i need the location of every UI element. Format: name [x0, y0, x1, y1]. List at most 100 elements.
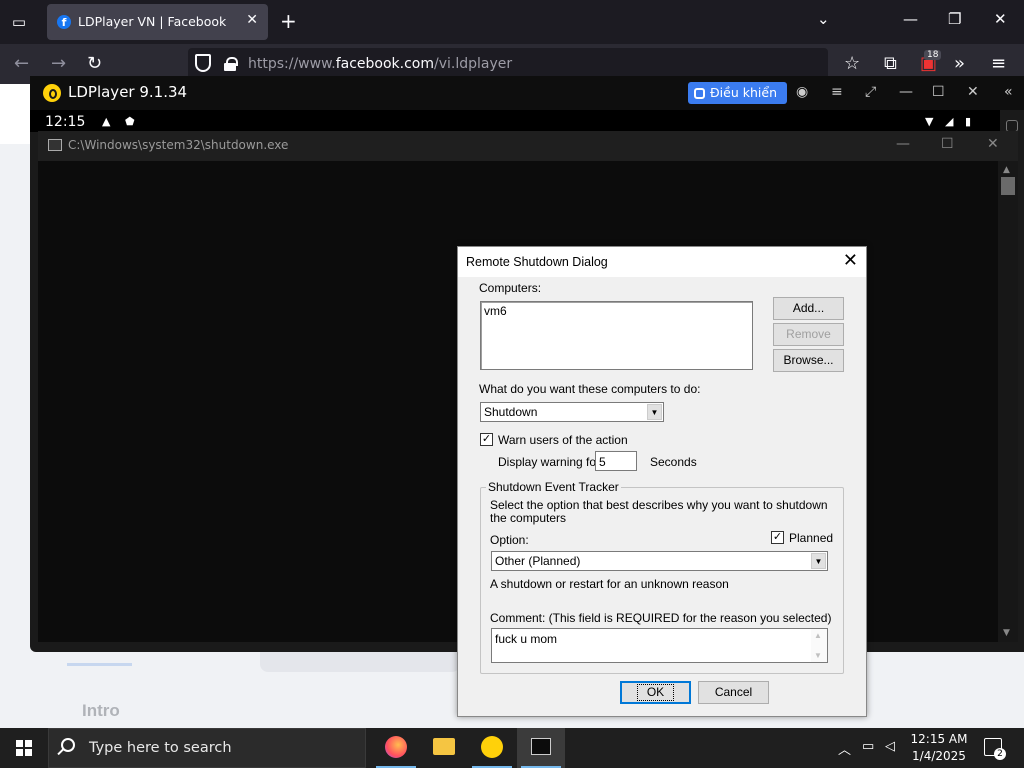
- scroll-down-icon[interactable]: ▼: [1003, 628, 1010, 638]
- scroll-thumb[interactable]: [1001, 177, 1015, 195]
- control-button-label: Điều khiển: [710, 85, 777, 100]
- computer-item[interactable]: vm6: [484, 304, 749, 318]
- scroll-up-icon[interactable]: ▲: [1003, 165, 1010, 175]
- new-tab-icon[interactable]: +: [280, 9, 297, 33]
- cmd-minimize-icon[interactable]: —: [896, 136, 910, 152]
- cmd-maximize-icon[interactable]: ☐: [941, 136, 954, 152]
- firefox-taskbar-icon[interactable]: [372, 728, 420, 768]
- url-text[interactable]: https://www.facebook.com/vi.ldplayer: [248, 56, 512, 72]
- menu-icon[interactable]: ≡: [991, 53, 1006, 74]
- ok-button-label: OK: [636, 684, 675, 701]
- console-icon: [531, 738, 551, 755]
- browser-tab[interactable]: f LDPlayer VN | Facebook ✕: [47, 4, 268, 40]
- dialog-close-icon[interactable]: ✕: [843, 250, 858, 271]
- firefox-icon: [385, 736, 407, 758]
- console-icon: [48, 139, 62, 151]
- option-label: Option:: [490, 533, 529, 547]
- cmd-close-icon[interactable]: ✕: [987, 136, 999, 152]
- notification-icon[interactable]: 2: [984, 738, 1006, 760]
- ldplayer-taskbar-icon[interactable]: [468, 728, 516, 768]
- cmd-titlebar: C:\Windows\system32\shutdown.exe — ☐ ✕: [38, 131, 1018, 161]
- scroll-down-icon[interactable]: ▼: [814, 651, 822, 660]
- cmd-taskbar-icon[interactable]: [517, 728, 565, 768]
- browse-button[interactable]: Browse...: [773, 349, 844, 372]
- extension-badge: 18: [924, 50, 942, 60]
- android-status-bar: 12:15 ▲ ⬟ ▼ ◢ ▮: [30, 110, 1000, 132]
- ldplayer-icon: [481, 736, 503, 758]
- network-icon[interactable]: ▭: [862, 739, 874, 754]
- overflow-icon[interactable]: »: [954, 53, 965, 74]
- minimize-icon[interactable]: —: [903, 10, 918, 28]
- cmd-title: C:\Windows\system32\shutdown.exe: [68, 138, 289, 152]
- warn-checkbox[interactable]: ✓: [480, 433, 493, 446]
- option-select[interactable]: Other (Planned) ▼: [491, 551, 828, 571]
- taskbar-search[interactable]: Type here to search: [48, 728, 366, 768]
- warning-seconds-input[interactable]: 5: [595, 451, 637, 471]
- action-value: Shutdown: [484, 405, 538, 419]
- show-hidden-icons-icon[interactable]: ︿: [838, 739, 851, 758]
- back-icon[interactable]: ←: [14, 53, 29, 74]
- control-button[interactable]: Điều khiển: [688, 82, 787, 104]
- ld-minimize-icon[interactable]: —: [899, 84, 913, 100]
- ld-collapse-icon[interactable]: «: [1004, 84, 1013, 100]
- remove-button[interactable]: Remove: [773, 323, 844, 346]
- explorer-taskbar-icon[interactable]: [420, 728, 468, 768]
- ldplayer-title: LDPlayer 9.1.34: [68, 83, 188, 101]
- volume-muted-icon[interactable]: ◁: [885, 739, 895, 754]
- account-icon[interactable]: ◉: [796, 84, 808, 100]
- cmd-scrollbar[interactable]: ▲ ▼: [998, 161, 1018, 642]
- extensions-icon[interactable]: ⧉: [884, 53, 897, 74]
- computers-list[interactable]: vm6: [480, 301, 753, 370]
- battery-icon: ▮: [965, 115, 972, 128]
- shield-icon[interactable]: [195, 54, 211, 72]
- seconds-label: Seconds: [650, 455, 697, 469]
- signal-icon: ◢: [945, 115, 954, 128]
- close-tab-icon[interactable]: ✕: [246, 12, 258, 28]
- cancel-button[interactable]: Cancel: [698, 681, 769, 704]
- scroll-up-icon[interactable]: ▲: [814, 631, 822, 640]
- planned-label: Planned: [789, 531, 834, 545]
- add-button[interactable]: Add...: [773, 297, 844, 320]
- intro-heading: Intro: [82, 701, 120, 720]
- restore-icon[interactable]: ❐: [948, 10, 961, 28]
- tracker-description: Select the option that best describes wh…: [490, 498, 828, 525]
- close-window-icon[interactable]: ✕: [994, 10, 1007, 28]
- clock-date: 1/4/2025: [912, 749, 966, 763]
- start-tile: [16, 740, 23, 747]
- tab-list-icon[interactable]: ▭: [8, 12, 30, 32]
- chevron-down-icon[interactable]: ⌄: [817, 10, 830, 28]
- remote-shutdown-dialog: Remote Shutdown Dialog ✕ Computers: vm6 …: [457, 246, 867, 717]
- dropdown-arrow-icon[interactable]: ▼: [811, 553, 826, 569]
- search-placeholder: Type here to search: [89, 740, 232, 756]
- bookmark-star-icon[interactable]: ☆: [844, 53, 860, 74]
- ld-maximize-icon[interactable]: ☐: [932, 84, 945, 100]
- dialog-title: Remote Shutdown Dialog: [466, 255, 608, 269]
- notification-count: 2: [994, 748, 1006, 760]
- start-tile: [16, 749, 23, 756]
- wifi-icon: ▼: [925, 115, 934, 128]
- ld-menu-icon[interactable]: ≡: [831, 84, 843, 100]
- action-select[interactable]: Shutdown ▼: [480, 402, 664, 422]
- forward-icon[interactable]: →: [51, 53, 66, 74]
- warn-label: Warn users of the action: [498, 433, 628, 447]
- ok-button[interactable]: OK: [620, 681, 691, 704]
- ld-resize-icon[interactable]: ⤢: [865, 84, 876, 100]
- browser-tab-bar: ▭ f LDPlayer VN | Facebook ✕ + ⌄ — ❐ ✕: [0, 0, 1024, 44]
- display-warning-label: Display warning for: [498, 455, 601, 469]
- dropdown-arrow-icon[interactable]: ▼: [647, 404, 662, 420]
- option-value: Other (Planned): [495, 554, 581, 568]
- planned-checkbox[interactable]: ✓: [771, 531, 784, 544]
- lock-icon[interactable]: [224, 57, 238, 71]
- android-a-icon: ▲: [102, 115, 111, 128]
- comment-textarea[interactable]: fuck u mom ▲ ▼: [491, 628, 828, 663]
- event-tracker-title: Shutdown Event Tracker: [486, 480, 621, 494]
- reload-icon[interactable]: ↻: [87, 53, 102, 74]
- ld-close-icon[interactable]: ✕: [967, 84, 979, 100]
- taskbar-clock[interactable]: 12:15 AM 1/4/2025: [906, 731, 972, 765]
- dialog-titlebar: Remote Shutdown Dialog ✕: [458, 247, 866, 277]
- start-tile: [25, 749, 32, 756]
- ldplayer-titlebar: LDPlayer 9.1.34 Điều khiển ◉ ≡ ⤢ — ☐ ✕ «: [30, 76, 1024, 110]
- comment-text: fuck u mom: [495, 632, 558, 646]
- comment-scrollbar[interactable]: ▲ ▼: [811, 629, 827, 662]
- windows-start-icon[interactable]: [16, 740, 32, 756]
